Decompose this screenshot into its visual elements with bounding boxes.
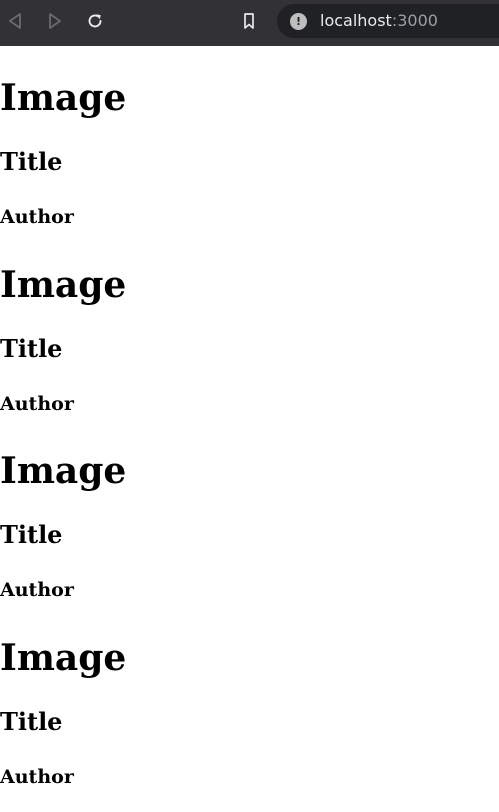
- bookmark-icon: [244, 13, 254, 29]
- card-image-heading: Image: [0, 77, 127, 119]
- card-1: Image Title Author: [0, 46, 499, 233]
- reload-icon: [88, 14, 102, 28]
- card-author: Author: [0, 579, 74, 601]
- address-bar[interactable]: ! localhost:3000: [277, 4, 499, 38]
- info-icon[interactable]: !: [290, 13, 307, 30]
- forward-arrow-icon: [49, 13, 61, 29]
- reload-button[interactable]: [83, 9, 107, 33]
- card-2: Image Title Author: [0, 233, 499, 420]
- card-author: Author: [0, 765, 74, 788]
- url-port: :3000: [391, 11, 438, 30]
- card-3: Image Title Author: [0, 419, 499, 606]
- card-author: Author: [0, 392, 74, 415]
- info-glyph: !: [295, 15, 302, 28]
- url-host: localhost: [320, 11, 392, 30]
- back-arrow-icon: [9, 13, 21, 29]
- url-text[interactable]: localhost:3000: [320, 11, 438, 31]
- card-image-heading: Image: [0, 450, 127, 492]
- card-author: Author: [0, 206, 74, 228]
- page-content: Image Title Author Image Title Author Im…: [0, 46, 499, 792]
- back-button[interactable]: [3, 9, 27, 33]
- card-title: Title: [0, 706, 63, 736]
- card-title: Title: [0, 147, 63, 176]
- card-title: Title: [0, 333, 63, 363]
- card-title: Title: [0, 520, 63, 549]
- forward-button[interactable]: [43, 9, 67, 33]
- bookmark-button[interactable]: [237, 9, 261, 33]
- card-image-heading: Image: [0, 263, 127, 306]
- card-image-heading: Image: [0, 636, 127, 679]
- card-4: Image Title Author: [0, 606, 499, 793]
- browser-toolbar: ! localhost:3000: [0, 0, 499, 46]
